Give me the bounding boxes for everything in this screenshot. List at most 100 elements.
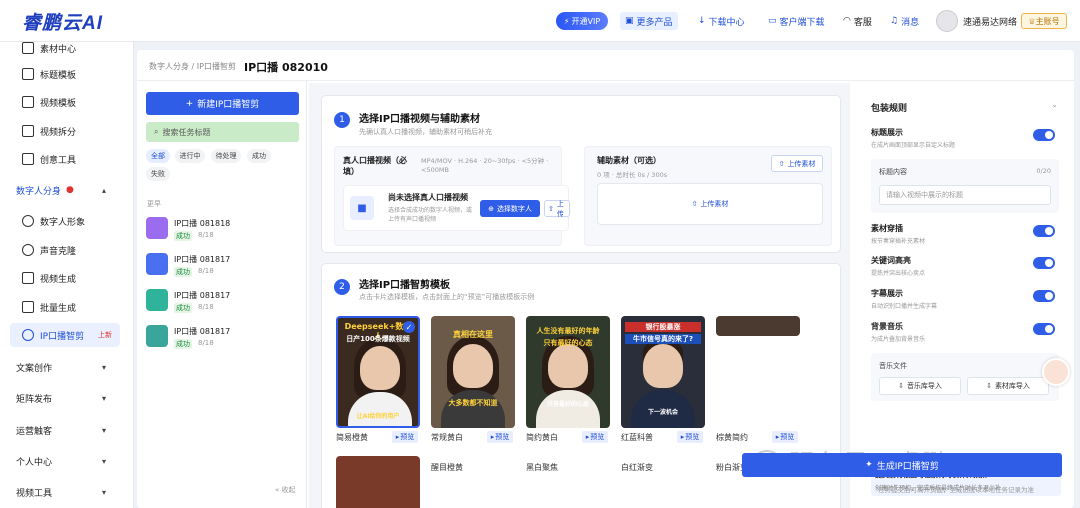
filter-failed[interactable]: 失败 — [146, 167, 170, 181]
preview-button[interactable]: ▸ 预览 — [487, 431, 513, 443]
sidebar-item-video-templates[interactable]: 视频模板 — [0, 90, 133, 114]
vip-button[interactable]: ⚡ 开通VIP — [556, 12, 608, 30]
filter-success[interactable]: 成功 — [247, 149, 271, 163]
title-display-toggle[interactable] — [1033, 129, 1055, 141]
title-content-box: 标题内容 0/20 请输入视频中展示的标题 — [871, 159, 1059, 213]
download-center-link[interactable]: ↓ 下载中心 — [698, 12, 745, 30]
template-caption: 下一波机会 — [647, 409, 678, 416]
task-name: IP口播 081817 — [174, 327, 231, 336]
app-logo[interactable]: 睿鹏云AI — [22, 8, 103, 35]
template-caption: 人生没有最好的年龄 — [536, 327, 600, 335]
background-music-toggle[interactable] — [1033, 323, 1055, 335]
rule-material-interleave: 素材穿插 按节奏穿插补充素材 — [871, 223, 1061, 245]
presenter-body — [441, 390, 505, 428]
assistant-avatar[interactable] — [1042, 358, 1070, 386]
sidebar-group-operations[interactable]: 运营触客 ▾ — [0, 418, 133, 442]
presenter-face — [360, 346, 400, 390]
aux-upload-zone[interactable]: ⇧ 上传素材 — [597, 183, 823, 225]
task-name: IP口播 081818 — [174, 219, 231, 228]
fire-icon: ● — [66, 185, 74, 195]
sidebar-item-title-templates[interactable]: 标题模板 — [0, 62, 133, 86]
aux-material-panel: 辅助素材（可选） 0 项 · 总时长 0s / 300s ⇧ 上传素材 ⇧ 上传素材 — [584, 146, 832, 246]
keyword-highlight-toggle[interactable] — [1033, 257, 1055, 269]
batch-icon — [22, 301, 34, 313]
template-card[interactable] — [716, 316, 800, 336]
play-icon: ▸ — [775, 433, 780, 441]
template-card[interactable]: 真相在这里 大多数都不知道 — [431, 316, 515, 428]
filter-pending[interactable]: 待处理 — [211, 149, 241, 163]
subtitles-toggle[interactable] — [1033, 290, 1055, 302]
sidebar-group-matrix[interactable]: 矩阵发布 ▾ — [0, 386, 133, 410]
status-badge: 成功 — [174, 303, 192, 313]
generate-button[interactable]: ✦ 生成IP口播智剪 — [742, 453, 1062, 477]
vip-label: 开通VIP — [571, 16, 601, 26]
preview-button[interactable]: ▸ 预览 — [677, 431, 703, 443]
template-name: 黑白聚焦 — [526, 463, 558, 472]
sidebar: 素材中心 标题模板 视频模板 视频拆分 创意工具 数字人分身 ● ▴ 数字人形象 声… — [0, 42, 134, 508]
new-tag: 上新 — [98, 331, 112, 339]
template-card-selected[interactable]: Deepseek+数字人 日产100条爆款视频 让AI给你的用户 ✓ — [336, 316, 420, 428]
music-library-import-button[interactable]: ⇩ 音乐库导入 — [879, 377, 961, 395]
task-list-panel: + 新建IP口播智剪 ⌕ 搜索任务标题 全部 进行中 待处理 成功 失败 更早 IP… — [137, 81, 307, 508]
task-date: 8/18 — [198, 231, 214, 239]
title-input[interactable]: 请输入视频中展示的标题 — [879, 185, 1051, 205]
chevron-down-icon[interactable]: ⌄ — [1051, 100, 1058, 109]
template-card[interactable] — [336, 456, 420, 508]
task-item[interactable]: IP口播 081818 成功 8/18 — [146, 215, 301, 245]
folder-icon — [22, 42, 34, 54]
sidebar-group-video-tools[interactable]: 视频工具 ▾ — [0, 480, 133, 504]
template-caption: 牛市信号真的来了? — [625, 334, 701, 344]
user-avatar[interactable] — [936, 10, 958, 32]
search-icon: ⌕ — [154, 127, 159, 136]
video-icon — [22, 272, 34, 284]
ip-icon — [22, 329, 34, 341]
upload-video-button[interactable]: ⇧ 上传 — [544, 200, 570, 218]
generate-note: 任务提交后可离开页面，生成进度以本地任务记录为准 — [878, 486, 1034, 494]
chevron-down-icon: ▾ — [102, 425, 107, 435]
messages-link[interactable]: ♫ 消息 — [890, 12, 919, 30]
step-number: 2 — [334, 279, 350, 295]
sidebar-item-creative-tools[interactable]: 创意工具 — [0, 147, 133, 171]
grid-icon — [22, 96, 34, 108]
new-task-button[interactable]: + 新建IP口播智剪 — [146, 92, 299, 115]
client-download-link[interactable]: ▭ 客户端下载 — [768, 12, 825, 30]
breadcrumb[interactable]: 数字人分身 / IP口播智剪 — [149, 61, 236, 72]
sidebar-item-video-generate[interactable]: 视频生成 — [0, 266, 133, 290]
sidebar-item-batch-generate[interactable]: 批量生成 — [0, 295, 133, 319]
aux-upload-button[interactable]: ⇧ 上传素材 — [771, 155, 823, 172]
material-interleave-toggle[interactable] — [1033, 225, 1055, 237]
template-card[interactable]: 人生没有最好的年龄 只有最好的心态 只有最好的心态 — [526, 316, 610, 428]
sidebar-item-video-split[interactable]: 视频拆分 — [0, 119, 133, 143]
select-digital-human-button[interactable]: ⊕ 选择数字人 — [480, 200, 540, 217]
sidebar-item-voice-clone[interactable]: 声音克隆 — [0, 238, 133, 262]
support-link[interactable]: ◠ 客服 — [843, 12, 872, 30]
sidebar-group-personal[interactable]: 个人中心 ▾ — [0, 449, 133, 473]
task-search-input[interactable]: ⌕ 搜索任务标题 — [146, 122, 299, 142]
filter-in-progress[interactable]: 进行中 — [175, 149, 205, 163]
presenter-face — [453, 344, 493, 388]
upload-icon: ⇧ — [691, 200, 698, 208]
preview-button[interactable]: ▸ 预览 — [392, 431, 418, 443]
asset-library-import-button[interactable]: ⇩ 素材库导入 — [967, 377, 1049, 395]
crown-icon: ♕ — [1028, 16, 1036, 26]
sidebar-group-digital-human[interactable]: 数字人分身 ● ▴ — [0, 178, 133, 202]
sidebar-item-ip-clip[interactable]: IP口播智剪 上新 — [10, 323, 120, 347]
preview-button[interactable]: ▸ 预览 — [582, 431, 608, 443]
collapse-button[interactable]: « 收起 — [275, 485, 296, 495]
task-item[interactable]: IP口播 081817 成功 8/18 — [146, 287, 301, 317]
aux-count: 0 项 · 总时长 0s / 300s — [597, 171, 668, 179]
sparkle-icon: ✦ — [865, 460, 873, 470]
more-products-button[interactable]: ▣ 更多产品 — [620, 12, 678, 30]
sidebar-item-material-center[interactable]: 素材中心 — [0, 42, 133, 60]
sidebar-group-copywriting[interactable]: 文案创作 ▾ — [0, 355, 133, 379]
preview-button[interactable]: ▸ 预览 — [772, 431, 798, 443]
template-card[interactable]: 银行股暴涨 牛市信号真的来了? 下一波机会 — [621, 316, 705, 428]
template-name: 简易橙黄 — [336, 433, 368, 442]
user-name[interactable]: 速通易达网络 — [963, 15, 1017, 28]
real-video-empty: ■ 尚未选择真人口播视频 选择合成成功的数字人视频，或上传有声口播视频 ⊕ 选择数… — [343, 185, 570, 231]
sidebar-item-digital-avatar[interactable]: 数字人形象 — [0, 209, 133, 233]
task-item[interactable]: IP口播 081817 成功 8/18 — [146, 251, 301, 281]
filter-all[interactable]: 全部 — [146, 149, 170, 163]
step-number: 1 — [334, 112, 350, 128]
task-item[interactable]: IP口播 081817 成功 8/18 — [146, 323, 301, 353]
